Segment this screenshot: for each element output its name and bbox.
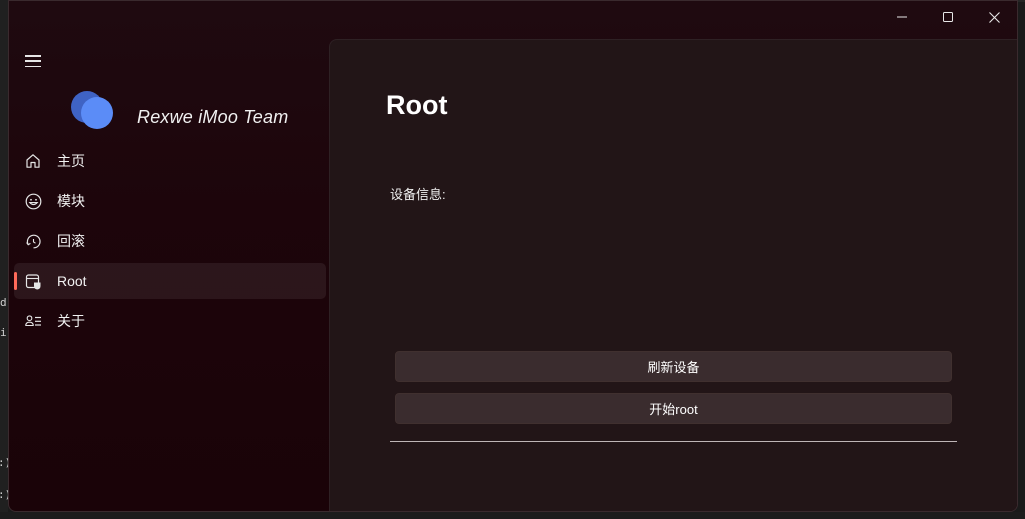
background-window-edge: d i :) :) <box>0 0 11 519</box>
contact-info-icon <box>24 312 42 330</box>
close-icon <box>988 11 1000 23</box>
device-info-label: 设备信息: <box>390 187 446 202</box>
refresh-device-button[interactable]: 刷新设备 <box>395 351 952 382</box>
logo-circle-front <box>81 97 113 129</box>
selection-indicator <box>14 272 17 290</box>
nav-item-rollback[interactable]: 回滚 <box>14 223 326 259</box>
navigation-pane: Rexwe iMoo Team 主页 模块 回滚 Root 关于 <box>9 1 329 511</box>
background-text-fragment: i <box>0 326 7 339</box>
root-icon <box>24 272 42 290</box>
nav-list: 主页 模块 回滚 Root 关于 <box>14 143 326 343</box>
start-root-button[interactable]: 开始root <box>395 393 952 424</box>
hamburger-icon <box>25 55 41 57</box>
hamburger-icon-line <box>25 60 41 62</box>
hamburger-icon-line <box>25 65 41 67</box>
divider <box>390 441 957 442</box>
nav-item-root[interactable]: Root <box>14 263 326 299</box>
close-button[interactable] <box>971 1 1017 33</box>
maximize-button[interactable] <box>925 1 971 33</box>
nav-item-home[interactable]: 主页 <box>14 143 326 179</box>
app-logo <box>69 89 117 133</box>
content-frame: Root 设备信息: 刷新设备 开始root <box>329 39 1017 511</box>
background-text-fragment: d <box>0 296 7 309</box>
nav-item-label: Root <box>57 273 87 289</box>
nav-item-label: 模块 <box>57 193 85 209</box>
home-icon <box>24 152 42 170</box>
minimize-button[interactable] <box>879 1 925 33</box>
nav-item-about[interactable]: 关于 <box>14 303 326 339</box>
desktop-bottom-strip <box>0 512 1025 519</box>
caption-buttons <box>879 1 1017 33</box>
nav-item-label: 回滚 <box>57 233 85 249</box>
menu-toggle-button[interactable] <box>23 53 43 69</box>
app-window: Rexwe iMoo Team 主页 模块 回滚 Root 关于 Root 设备… <box>8 0 1018 512</box>
maximize-icon <box>943 12 953 22</box>
nav-item-modules[interactable]: 模块 <box>14 183 326 219</box>
nav-item-label: 主页 <box>57 153 85 169</box>
page-title: Root <box>386 90 448 120</box>
nav-item-label: 关于 <box>57 313 85 329</box>
minimize-icon <box>897 16 907 18</box>
brand-title: Rexwe iMoo Team <box>137 107 289 127</box>
rollback-icon <box>24 232 42 250</box>
emoji-icon <box>24 192 42 210</box>
